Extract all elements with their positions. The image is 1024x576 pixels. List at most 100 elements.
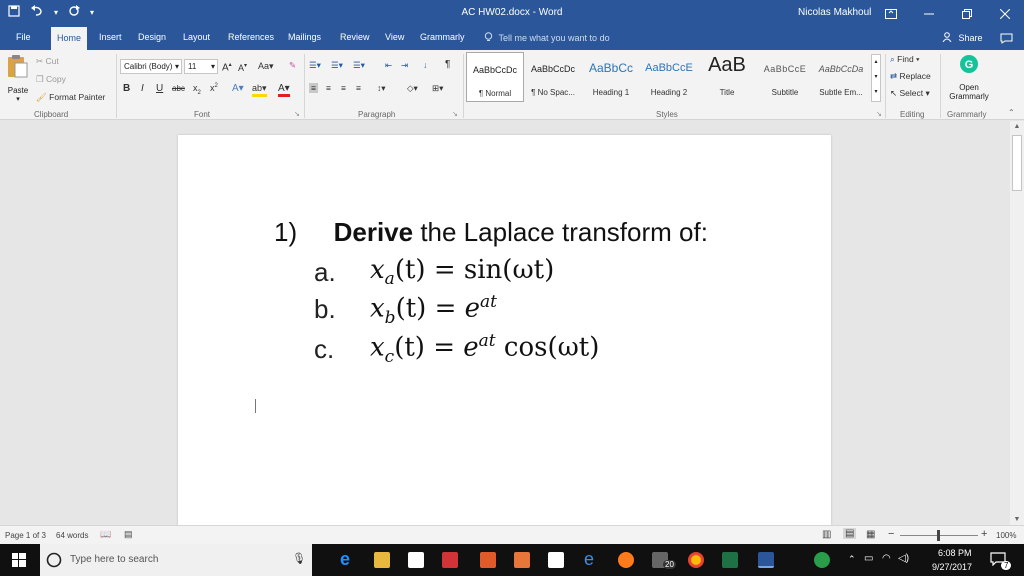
scroll-down-icon[interactable]: ▼: [1010, 516, 1024, 523]
save-icon[interactable]: [8, 5, 20, 20]
clock-date[interactable]: 9/27/2017: [932, 562, 972, 572]
word-count[interactable]: 64 words: [56, 531, 88, 540]
show-formatting-marks-icon[interactable]: ¶: [445, 59, 450, 70]
undo-icon[interactable]: [30, 5, 44, 20]
user-name[interactable]: Nicolas Makhoul: [798, 7, 871, 18]
share-button[interactable]: Share: [942, 32, 983, 43]
dialog-launcher-icon[interactable]: ↘: [294, 110, 300, 118]
tab-layout[interactable]: Layout: [183, 32, 210, 42]
font-color-icon[interactable]: A▾: [278, 83, 290, 97]
styles-scroll[interactable]: ▴ ▾ ▾: [871, 54, 881, 102]
tab-mailings[interactable]: Mailings: [288, 32, 321, 42]
mail-app-icon[interactable]: [442, 552, 458, 568]
tab-file[interactable]: File: [16, 32, 31, 42]
align-left-icon[interactable]: ≡: [309, 83, 318, 93]
zoom-level[interactable]: 100%: [996, 531, 1016, 540]
firefox-icon[interactable]: [618, 552, 634, 568]
scroll-up-icon[interactable]: ▲: [1010, 123, 1024, 130]
increase-indent-icon[interactable]: ⇥: [401, 60, 408, 71]
zoom-slider-thumb[interactable]: [937, 530, 940, 541]
battery-icon[interactable]: ▭: [864, 553, 873, 564]
tab-review[interactable]: Review: [340, 32, 370, 42]
strikethrough-icon[interactable]: abc: [172, 84, 185, 93]
tab-insert[interactable]: Insert: [99, 32, 122, 42]
zoom-slider[interactable]: [900, 530, 978, 541]
volume-icon[interactable]: ◁): [898, 553, 909, 564]
document-page[interactable]: 1) Derive the Laplace transform of: a. x…: [178, 135, 831, 525]
highlight-icon[interactable]: ab▾: [252, 83, 267, 97]
underline-icon[interactable]: U: [156, 83, 163, 94]
copy-button[interactable]: ❐ Copy: [36, 74, 66, 85]
sort-icon[interactable]: ↓: [423, 60, 427, 70]
clear-formatting-icon[interactable]: ✎: [289, 60, 296, 71]
grow-font-icon[interactable]: A▴: [222, 61, 232, 73]
change-case-icon[interactable]: Aa▾: [258, 61, 274, 72]
tell-me-search[interactable]: Tell me what you want to do: [484, 32, 610, 43]
macro-icon[interactable]: ▤: [124, 529, 133, 540]
text-effects-icon[interactable]: A▾: [232, 83, 244, 94]
minimize-icon[interactable]: [910, 0, 948, 27]
undo-dropdown-icon[interactable]: ▾: [54, 8, 58, 17]
font-name-dropdown[interactable]: Calibri (Body) ▾: [120, 59, 182, 74]
dialog-launcher-icon[interactable]: ↘: [876, 110, 882, 118]
internet-explorer-icon[interactable]: e: [584, 549, 600, 569]
borders-icon[interactable]: ⊞▾: [432, 83, 443, 94]
tab-home[interactable]: Home: [51, 27, 88, 50]
document-canvas[interactable]: 1) Derive the Laplace transform of: a. x…: [0, 121, 1010, 525]
comments-icon[interactable]: [1000, 33, 1013, 47]
superscript-icon[interactable]: x2: [210, 83, 218, 93]
shading-icon[interactable]: ◇▾: [407, 83, 418, 94]
page-count[interactable]: Page 1 of 3: [5, 531, 46, 540]
wifi-icon[interactable]: ◠: [882, 553, 891, 564]
close-icon[interactable]: [986, 0, 1024, 27]
clock-time[interactable]: 6:08 PM: [938, 548, 972, 558]
powerpoint-icon[interactable]: [480, 552, 496, 568]
numbering-icon[interactable]: ☰▾: [331, 60, 343, 71]
word-icon[interactable]: [758, 552, 774, 568]
print-layout-icon[interactable]: ▤: [843, 528, 857, 539]
tab-view[interactable]: View: [385, 32, 404, 42]
chart-app-icon[interactable]: [548, 552, 564, 568]
bold-icon[interactable]: B: [123, 83, 130, 94]
replace-button[interactable]: ⇄ Replace: [890, 71, 931, 82]
zoom-out-icon[interactable]: −: [888, 528, 894, 540]
windows-start-icon[interactable]: [12, 553, 26, 570]
format-painter-button[interactable]: 🖌 Format Painter: [36, 92, 105, 103]
edge-icon[interactable]: e: [340, 549, 356, 569]
read-mode-icon[interactable]: ▥: [822, 529, 831, 540]
tab-grammarly[interactable]: Grammarly: [420, 32, 465, 42]
bullets-icon[interactable]: ☰▾: [309, 60, 321, 71]
style-heading-2[interactable]: AaBbCcE Heading 2: [640, 52, 698, 102]
multilevel-list-icon[interactable]: ☰▾: [353, 60, 365, 71]
zoom-in-icon[interactable]: +: [981, 528, 987, 540]
collapse-ribbon-icon[interactable]: ⌃: [1008, 108, 1015, 117]
style-subtitle[interactable]: AaBbCcE Subtitle: [756, 52, 814, 102]
italic-icon[interactable]: I: [141, 83, 144, 94]
media-player-icon[interactable]: [514, 552, 530, 568]
restore-icon[interactable]: [948, 0, 986, 27]
open-grammarly-button[interactable]: G Open Grammarly: [944, 54, 994, 108]
tab-references[interactable]: References: [228, 32, 274, 42]
file-explorer-icon[interactable]: [374, 552, 390, 568]
style-heading-1[interactable]: AaBbCc Heading 1: [582, 52, 640, 102]
style-no-spacing[interactable]: AaBbCcDc ¶ No Spac...: [524, 52, 582, 102]
dialog-launcher-icon[interactable]: ↘: [452, 110, 458, 118]
vertical-scrollbar[interactable]: ▲ ▼: [1010, 121, 1024, 525]
align-right-icon[interactable]: ≡: [341, 83, 346, 93]
paste-button[interactable]: Paste ▾: [6, 54, 30, 106]
scroll-thumb[interactable]: [1012, 135, 1022, 191]
style-normal[interactable]: AaBbCcDc ¶ Normal: [466, 52, 524, 102]
taskbar-search[interactable]: Type here to search 🎙: [40, 544, 312, 576]
cut-button[interactable]: ✂ Cut: [36, 56, 59, 67]
align-center-icon[interactable]: ≡: [326, 83, 331, 93]
web-layout-icon[interactable]: ▦: [866, 529, 875, 540]
select-button[interactable]: ↖ Select ▾: [890, 88, 930, 99]
find-button[interactable]: ⌕ Find ▾: [890, 54, 920, 65]
store-icon[interactable]: [408, 552, 424, 568]
customize-quick-access-icon[interactable]: ▾: [90, 8, 94, 17]
activity-monitor-icon[interactable]: [814, 552, 830, 568]
microphone-icon[interactable]: 🎙: [292, 552, 306, 565]
decrease-indent-icon[interactable]: ⇤: [385, 60, 392, 71]
justify-icon[interactable]: ≡: [356, 83, 361, 93]
tab-design[interactable]: Design: [138, 32, 166, 42]
